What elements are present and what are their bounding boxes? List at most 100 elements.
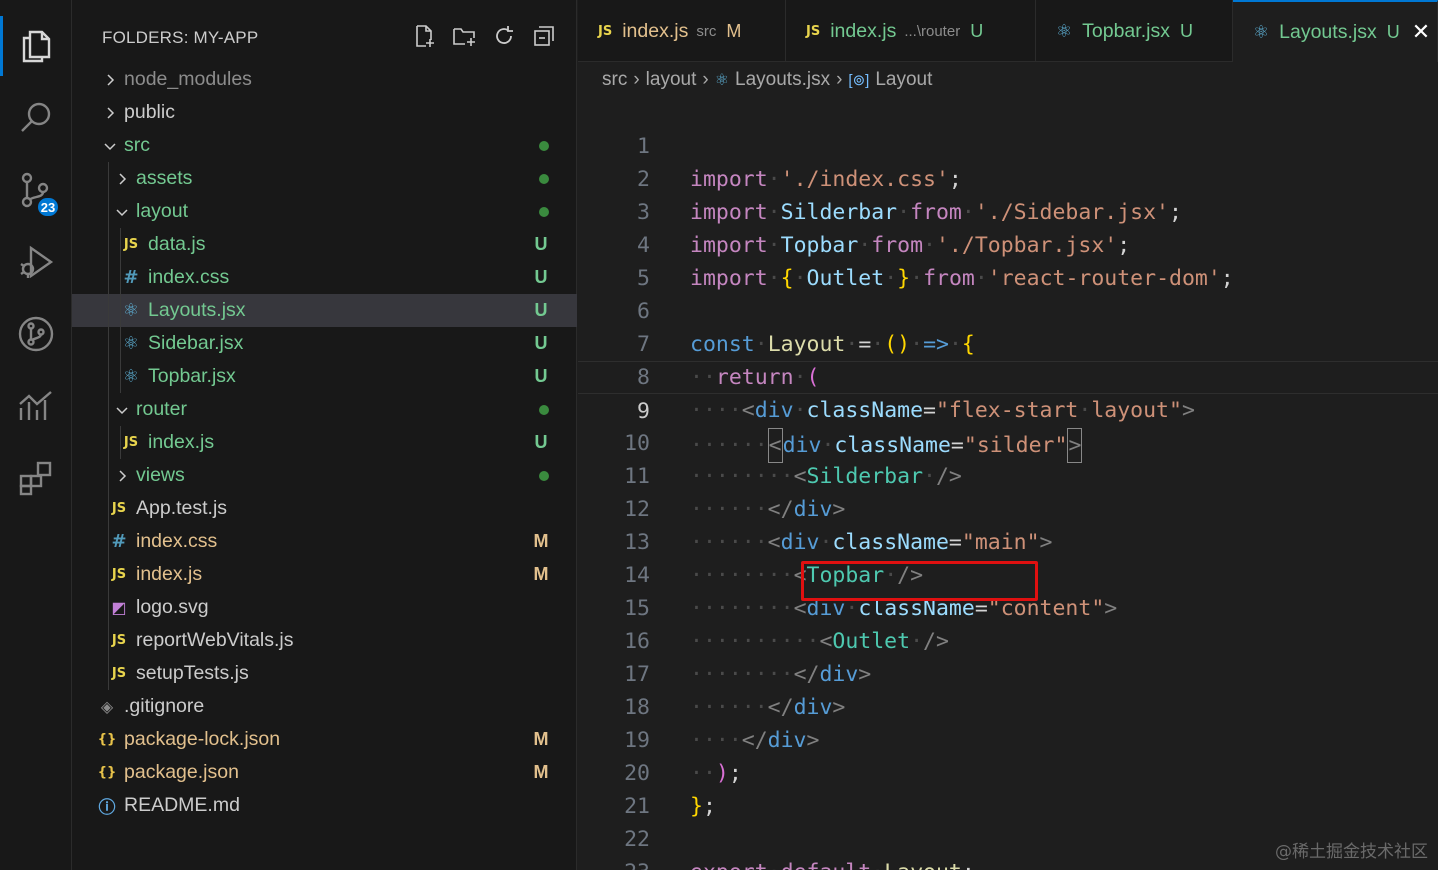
breadcrumb-item[interactable]: Layout bbox=[875, 69, 932, 91]
js-file-icon: JS bbox=[598, 23, 613, 39]
refresh-icon[interactable] bbox=[491, 22, 517, 50]
chevron-right-icon: › bbox=[836, 69, 843, 90]
js-file-icon: JS bbox=[111, 501, 127, 516]
search-icon[interactable] bbox=[0, 82, 72, 154]
react-icon: ⚛ bbox=[122, 333, 140, 354]
json-file-icon: {} bbox=[97, 732, 117, 747]
tree-item-label: index.js bbox=[136, 563, 203, 585]
tree-item-readme-md[interactable]: ⓘ README.md bbox=[72, 789, 577, 822]
chevron-down-icon bbox=[100, 136, 120, 156]
chevron-right-icon bbox=[100, 70, 120, 90]
js-file-icon: JS bbox=[111, 633, 127, 648]
code-line: 2 import·Silderbar·from·'./Sidebar.jsx'; bbox=[578, 130, 1438, 225]
tree-item-label: data.js bbox=[148, 233, 206, 255]
code-line: 19 ··); bbox=[578, 691, 1438, 786]
tree-item-label: Sidebar.jsx bbox=[148, 332, 244, 354]
code-editor[interactable]: 1 import·'./index.css'; 2 import·Silderb… bbox=[578, 97, 1438, 870]
tree-item-logo-svg[interactable]: ◩ logo.svg bbox=[72, 591, 577, 624]
tree-item-src-index-js[interactable]: JS index.js M bbox=[72, 558, 577, 591]
breadcrumb-item[interactable]: src bbox=[602, 69, 627, 91]
tree-item-package-lock-json[interactable]: {} package-lock.json M bbox=[72, 723, 577, 756]
svg-file-icon: ◩ bbox=[111, 598, 127, 617]
chevron-right-icon bbox=[112, 169, 132, 189]
git-status: M bbox=[533, 564, 549, 584]
tab-status: M bbox=[726, 20, 742, 41]
tab-description: ...\router bbox=[904, 22, 961, 40]
tree-item-label: package.json bbox=[124, 761, 239, 783]
tree-item-assets[interactable]: assets bbox=[72, 162, 577, 195]
explorer-actions bbox=[411, 22, 557, 50]
tree-item-node-modules[interactable]: node_modules bbox=[72, 63, 577, 96]
tab-layouts-jsx[interactable]: ⚛ Layouts.jsx U ✕ bbox=[1233, 0, 1438, 62]
run-debug-icon[interactable] bbox=[0, 226, 72, 298]
tree-item-data-js[interactable]: JS data.js U bbox=[72, 228, 577, 261]
explorer-sidebar: FOLDERS: MY-APP node_modules public src bbox=[72, 0, 577, 870]
breadcrumb-item[interactable]: Layouts.jsx bbox=[735, 69, 830, 91]
tab-src-index-js[interactable]: JS index.js src M bbox=[578, 0, 786, 62]
collapse-all-icon[interactable] bbox=[531, 22, 557, 50]
tree-item-sidebar-jsx[interactable]: ⚛ Sidebar.jsx U bbox=[72, 327, 577, 360]
tree-item-report-web-vitals-js[interactable]: JS reportWebVitals.js bbox=[72, 624, 577, 657]
chevron-right-icon bbox=[112, 466, 132, 486]
tree-item-router-index-js[interactable]: JS index.js U bbox=[72, 426, 577, 459]
tree-item-package-json[interactable]: {} package.json M bbox=[72, 756, 577, 789]
tree-item-label: Topbar.jsx bbox=[148, 365, 236, 387]
react-icon: ⚛ bbox=[122, 366, 140, 387]
tree-item-setup-tests-js[interactable]: JS setupTests.js bbox=[72, 657, 577, 690]
tree-item-src[interactable]: src bbox=[72, 129, 577, 162]
tree-item-app-test-js[interactable]: JS App.test.js bbox=[72, 492, 577, 525]
tree-item-label: index.css bbox=[136, 530, 218, 552]
source-control-icon[interactable]: 23 bbox=[0, 154, 72, 226]
tree-item-label: setupTests.js bbox=[136, 662, 249, 684]
close-icon[interactable]: ✕ bbox=[1412, 19, 1430, 45]
chevron-right-icon bbox=[100, 103, 120, 123]
tree-item-router[interactable]: router bbox=[72, 393, 577, 426]
tab-status: U bbox=[1386, 21, 1400, 42]
code-line-current: 9 ······<div·className="silder"> bbox=[578, 361, 1438, 463]
tree-item-views[interactable]: views bbox=[72, 459, 577, 492]
new-folder-icon[interactable] bbox=[451, 22, 477, 50]
tree-item-label: index.css bbox=[148, 266, 230, 288]
tree-item-label: src bbox=[124, 134, 150, 156]
code-line: 6 const·Layout·=·()·=>·{ bbox=[578, 262, 1438, 357]
tree-item-label: logo.svg bbox=[136, 596, 209, 618]
code-line: 10 ········<Silderbar·/> bbox=[578, 394, 1438, 489]
new-file-icon[interactable] bbox=[411, 22, 437, 50]
react-icon: ⚛ bbox=[714, 72, 730, 89]
tree-item-gitignore[interactable]: ◈ .gitignore bbox=[72, 690, 577, 723]
react-icon: ⚛ bbox=[1253, 21, 1270, 43]
tab-router-index-js[interactable]: JS index.js ...\router U bbox=[786, 0, 1036, 62]
tree-item-layout[interactable]: layout bbox=[72, 195, 577, 228]
tree-item-src-index-css[interactable]: # index.css M bbox=[72, 525, 577, 558]
extensions-icon[interactable] bbox=[0, 442, 72, 514]
code-line: 1 import·'./index.css'; bbox=[578, 97, 1438, 192]
tab-label: Layouts.jsx bbox=[1279, 20, 1377, 43]
tab-label: Topbar.jsx bbox=[1082, 19, 1170, 42]
tree-item-label: layout bbox=[136, 200, 189, 222]
code-text: export·default·Layout; bbox=[690, 856, 975, 870]
chevron-down-icon bbox=[112, 202, 132, 222]
breadcrumb: src › layout › ⚛ Layouts.jsx › [⊚] Layou… bbox=[578, 63, 1438, 97]
explorer-icon[interactable] bbox=[0, 10, 72, 82]
css-file-icon: # bbox=[111, 531, 127, 552]
tree-item-topbar-jsx[interactable]: ⚛ Topbar.jsx U bbox=[72, 360, 577, 393]
tab-label: index.js bbox=[622, 19, 689, 42]
analytics-icon[interactable] bbox=[0, 370, 72, 442]
js-file-icon: JS bbox=[123, 435, 139, 450]
tab-topbar-jsx[interactable]: ⚛ Topbar.jsx U bbox=[1036, 0, 1233, 62]
tree-item-index-css[interactable]: # index.css U bbox=[72, 261, 577, 294]
source-control-badge: 23 bbox=[36, 196, 60, 218]
js-file-icon: JS bbox=[111, 666, 127, 681]
tree-item-label: assets bbox=[136, 167, 193, 189]
git-graph-icon[interactable] bbox=[0, 298, 72, 370]
tree-item-label: views bbox=[136, 464, 185, 486]
git-file-icon: ◈ bbox=[100, 697, 114, 716]
tree-item-public[interactable]: public bbox=[72, 96, 577, 129]
status-dot bbox=[539, 470, 549, 481]
breadcrumb-item[interactable]: layout bbox=[646, 69, 697, 91]
tree-item-layouts-jsx[interactable]: ⚛ Layouts.jsx U bbox=[72, 294, 577, 327]
code-line: 4 import·{·Outlet·}·from·'react-router-d… bbox=[578, 196, 1438, 291]
code-line: 12 ······<div·className="main"> bbox=[578, 460, 1438, 555]
git-status: M bbox=[533, 729, 549, 749]
js-file-icon: JS bbox=[806, 23, 821, 39]
